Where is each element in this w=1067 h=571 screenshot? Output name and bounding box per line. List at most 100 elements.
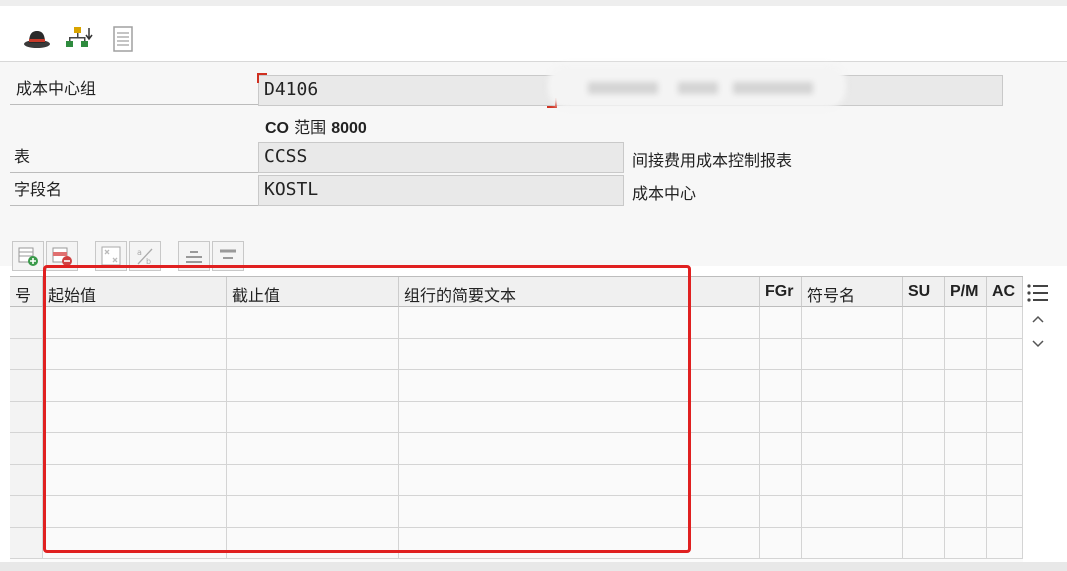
table-cell[interactable]: [399, 464, 760, 496]
column-header-symbol-name[interactable]: 符号名: [802, 277, 903, 307]
table-cell[interactable]: [903, 464, 945, 496]
table-cell[interactable]: [987, 464, 1023, 496]
table-cell[interactable]: [399, 307, 760, 339]
row-selector[interactable]: [10, 307, 43, 339]
table-cell[interactable]: [760, 496, 802, 528]
table-cell[interactable]: [945, 527, 987, 559]
table-cell[interactable]: [903, 338, 945, 370]
table-cell[interactable]: [802, 496, 903, 528]
table-cell[interactable]: [903, 433, 945, 465]
field-name-field[interactable]: KOSTL: [258, 175, 624, 206]
hierarchy-icon[interactable]: [64, 24, 94, 54]
table-cell[interactable]: [399, 370, 760, 402]
column-header-pm[interactable]: P/M: [945, 277, 987, 307]
table-cell[interactable]: [399, 527, 760, 559]
table-cell[interactable]: [802, 464, 903, 496]
table-cell[interactable]: [945, 433, 987, 465]
table-cell[interactable]: [760, 464, 802, 496]
scroll-up-icon[interactable]: [1028, 309, 1048, 329]
column-header-from-value[interactable]: 起始值: [43, 277, 227, 307]
table-cell[interactable]: [760, 307, 802, 339]
table-cell[interactable]: [903, 401, 945, 433]
column-header-fgr[interactable]: FGr: [760, 277, 802, 307]
table-cell[interactable]: [399, 433, 760, 465]
table-cell[interactable]: [399, 338, 760, 370]
table-value: CCSS: [264, 146, 308, 167]
table-cell[interactable]: [43, 496, 227, 528]
expand-button[interactable]: [212, 241, 244, 271]
table-cell[interactable]: [945, 307, 987, 339]
column-header-ac[interactable]: AC: [987, 277, 1023, 307]
table-cell[interactable]: [802, 401, 903, 433]
table-cell[interactable]: [802, 307, 903, 339]
row-selector[interactable]: [10, 433, 43, 465]
table-cell[interactable]: [43, 433, 227, 465]
bottom-strip: [0, 562, 1067, 571]
table-cell[interactable]: [945, 496, 987, 528]
row-selector[interactable]: [10, 496, 43, 528]
column-settings-icon[interactable]: [1024, 278, 1052, 308]
table-cell[interactable]: [399, 496, 760, 528]
table-cell[interactable]: [43, 464, 227, 496]
table-cell[interactable]: [802, 433, 903, 465]
table-cell[interactable]: [903, 496, 945, 528]
select-all-button[interactable]: [95, 241, 127, 271]
table-cell[interactable]: [227, 464, 399, 496]
table-cell[interactable]: [945, 464, 987, 496]
table-field[interactable]: CCSS: [258, 142, 624, 173]
table-cell[interactable]: [760, 370, 802, 402]
column-header-to-value[interactable]: 截止值: [227, 277, 399, 307]
table-cell[interactable]: [987, 338, 1023, 370]
table-cell[interactable]: [945, 338, 987, 370]
insert-row-button[interactable]: [12, 241, 44, 271]
table-cell[interactable]: [227, 307, 399, 339]
hat-icon[interactable]: [22, 24, 52, 54]
table-cell[interactable]: [227, 527, 399, 559]
column-header-short-text[interactable]: 组行的简要文本: [399, 277, 760, 307]
table-cell[interactable]: [227, 370, 399, 402]
table-cell[interactable]: [903, 527, 945, 559]
table-cell[interactable]: [903, 370, 945, 402]
table-cell[interactable]: [227, 338, 399, 370]
table-cell[interactable]: [987, 401, 1023, 433]
table-cell[interactable]: [760, 433, 802, 465]
column-header-no[interactable]: 号: [10, 277, 43, 307]
svg-text:b: b: [146, 257, 151, 266]
table-cell[interactable]: [903, 307, 945, 339]
table-cell[interactable]: [399, 401, 760, 433]
deselect-all-button[interactable]: a b: [129, 241, 161, 271]
document-icon[interactable]: [108, 24, 138, 54]
delete-row-button[interactable]: [46, 241, 78, 271]
table-cell[interactable]: [227, 401, 399, 433]
table-cell[interactable]: [987, 433, 1023, 465]
table-cell[interactable]: [43, 307, 227, 339]
table-cell[interactable]: [760, 338, 802, 370]
group-lines-table: 号 起始值 截止值 组行的简要文本 FGr 符号名 SU P/M AC: [10, 276, 1023, 563]
svg-text:a: a: [137, 248, 142, 257]
row-selector[interactable]: [10, 401, 43, 433]
column-header-su[interactable]: SU: [903, 277, 945, 307]
table-cell[interactable]: [802, 338, 903, 370]
table-cell[interactable]: [802, 527, 903, 559]
collapse-button[interactable]: [178, 241, 210, 271]
table-cell[interactable]: [227, 496, 399, 528]
table-cell[interactable]: [760, 401, 802, 433]
table-cell[interactable]: [43, 370, 227, 402]
table-cell[interactable]: [43, 527, 227, 559]
table-cell[interactable]: [760, 527, 802, 559]
table-cell[interactable]: [945, 370, 987, 402]
scroll-down-icon[interactable]: [1028, 334, 1048, 354]
table-cell[interactable]: [945, 401, 987, 433]
row-selector[interactable]: [10, 338, 43, 370]
table-cell[interactable]: [43, 401, 227, 433]
table-cell[interactable]: [987, 370, 1023, 402]
table-cell[interactable]: [227, 433, 399, 465]
row-selector[interactable]: [10, 370, 43, 402]
table-cell[interactable]: [43, 338, 227, 370]
table-cell[interactable]: [987, 307, 1023, 339]
table-cell[interactable]: [987, 496, 1023, 528]
row-selector[interactable]: [10, 527, 43, 559]
table-cell[interactable]: [987, 527, 1023, 559]
table-cell[interactable]: [802, 370, 903, 402]
row-selector[interactable]: [10, 464, 43, 496]
